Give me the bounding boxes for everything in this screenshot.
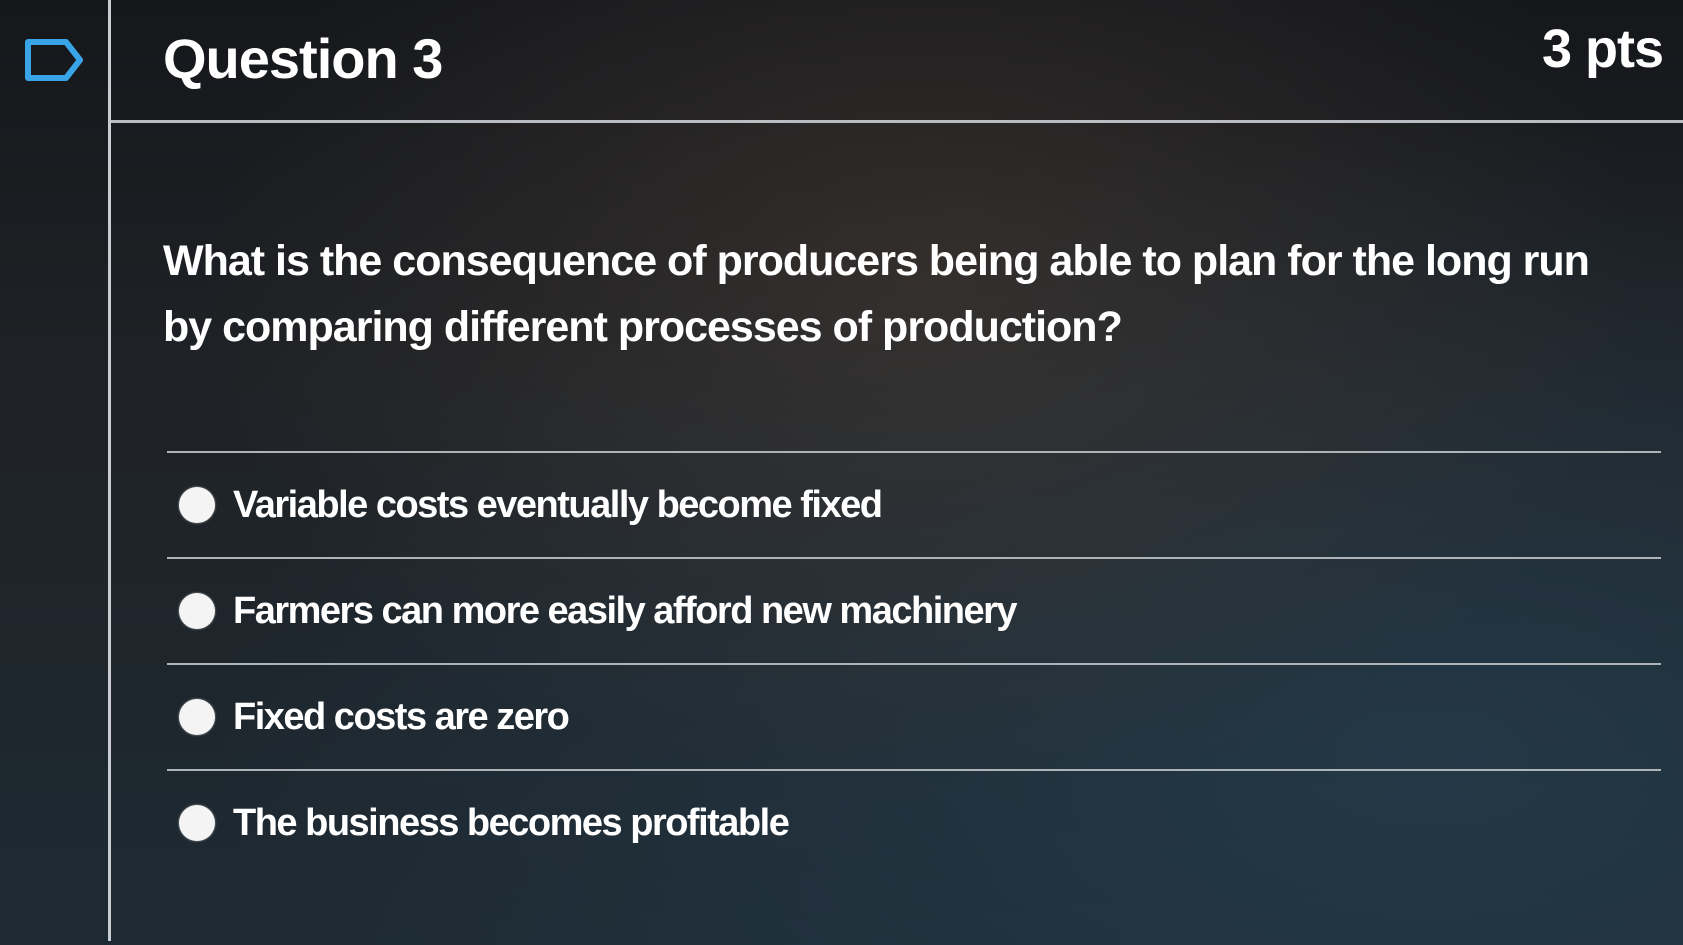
answer-option[interactable]: The business becomes profitable	[167, 769, 1661, 875]
radio-button[interactable]	[179, 593, 215, 629]
question-points: 3 pts	[1541, 19, 1664, 79]
radio-button[interactable]	[179, 805, 215, 841]
question-panel: Question 3 3 pts What is the consequence…	[108, 0, 1683, 941]
question-title: Question 3	[163, 27, 443, 90]
question-header: Question 3 3 pts	[111, 0, 1683, 123]
answer-label[interactable]: The business becomes profitable	[233, 802, 790, 845]
answer-list: Variable costs eventually become fixed F…	[167, 451, 1661, 875]
question-text: What is the consequence of producers bei…	[163, 237, 1590, 351]
answer-label[interactable]: Farmers can more easily afford new machi…	[233, 590, 1018, 633]
answer-option[interactable]: Fixed costs are zero	[167, 663, 1661, 769]
answer-label[interactable]: Variable costs eventually become fixed	[233, 484, 883, 527]
radio-button[interactable]	[179, 487, 215, 523]
answer-option[interactable]: Variable costs eventually become fixed	[167, 451, 1661, 557]
bookmark-flag-icon[interactable]	[24, 38, 84, 82]
answer-label[interactable]: Fixed costs are zero	[233, 696, 570, 739]
answer-option[interactable]: Farmers can more easily afford new machi…	[167, 557, 1661, 663]
radio-button[interactable]	[179, 699, 215, 735]
